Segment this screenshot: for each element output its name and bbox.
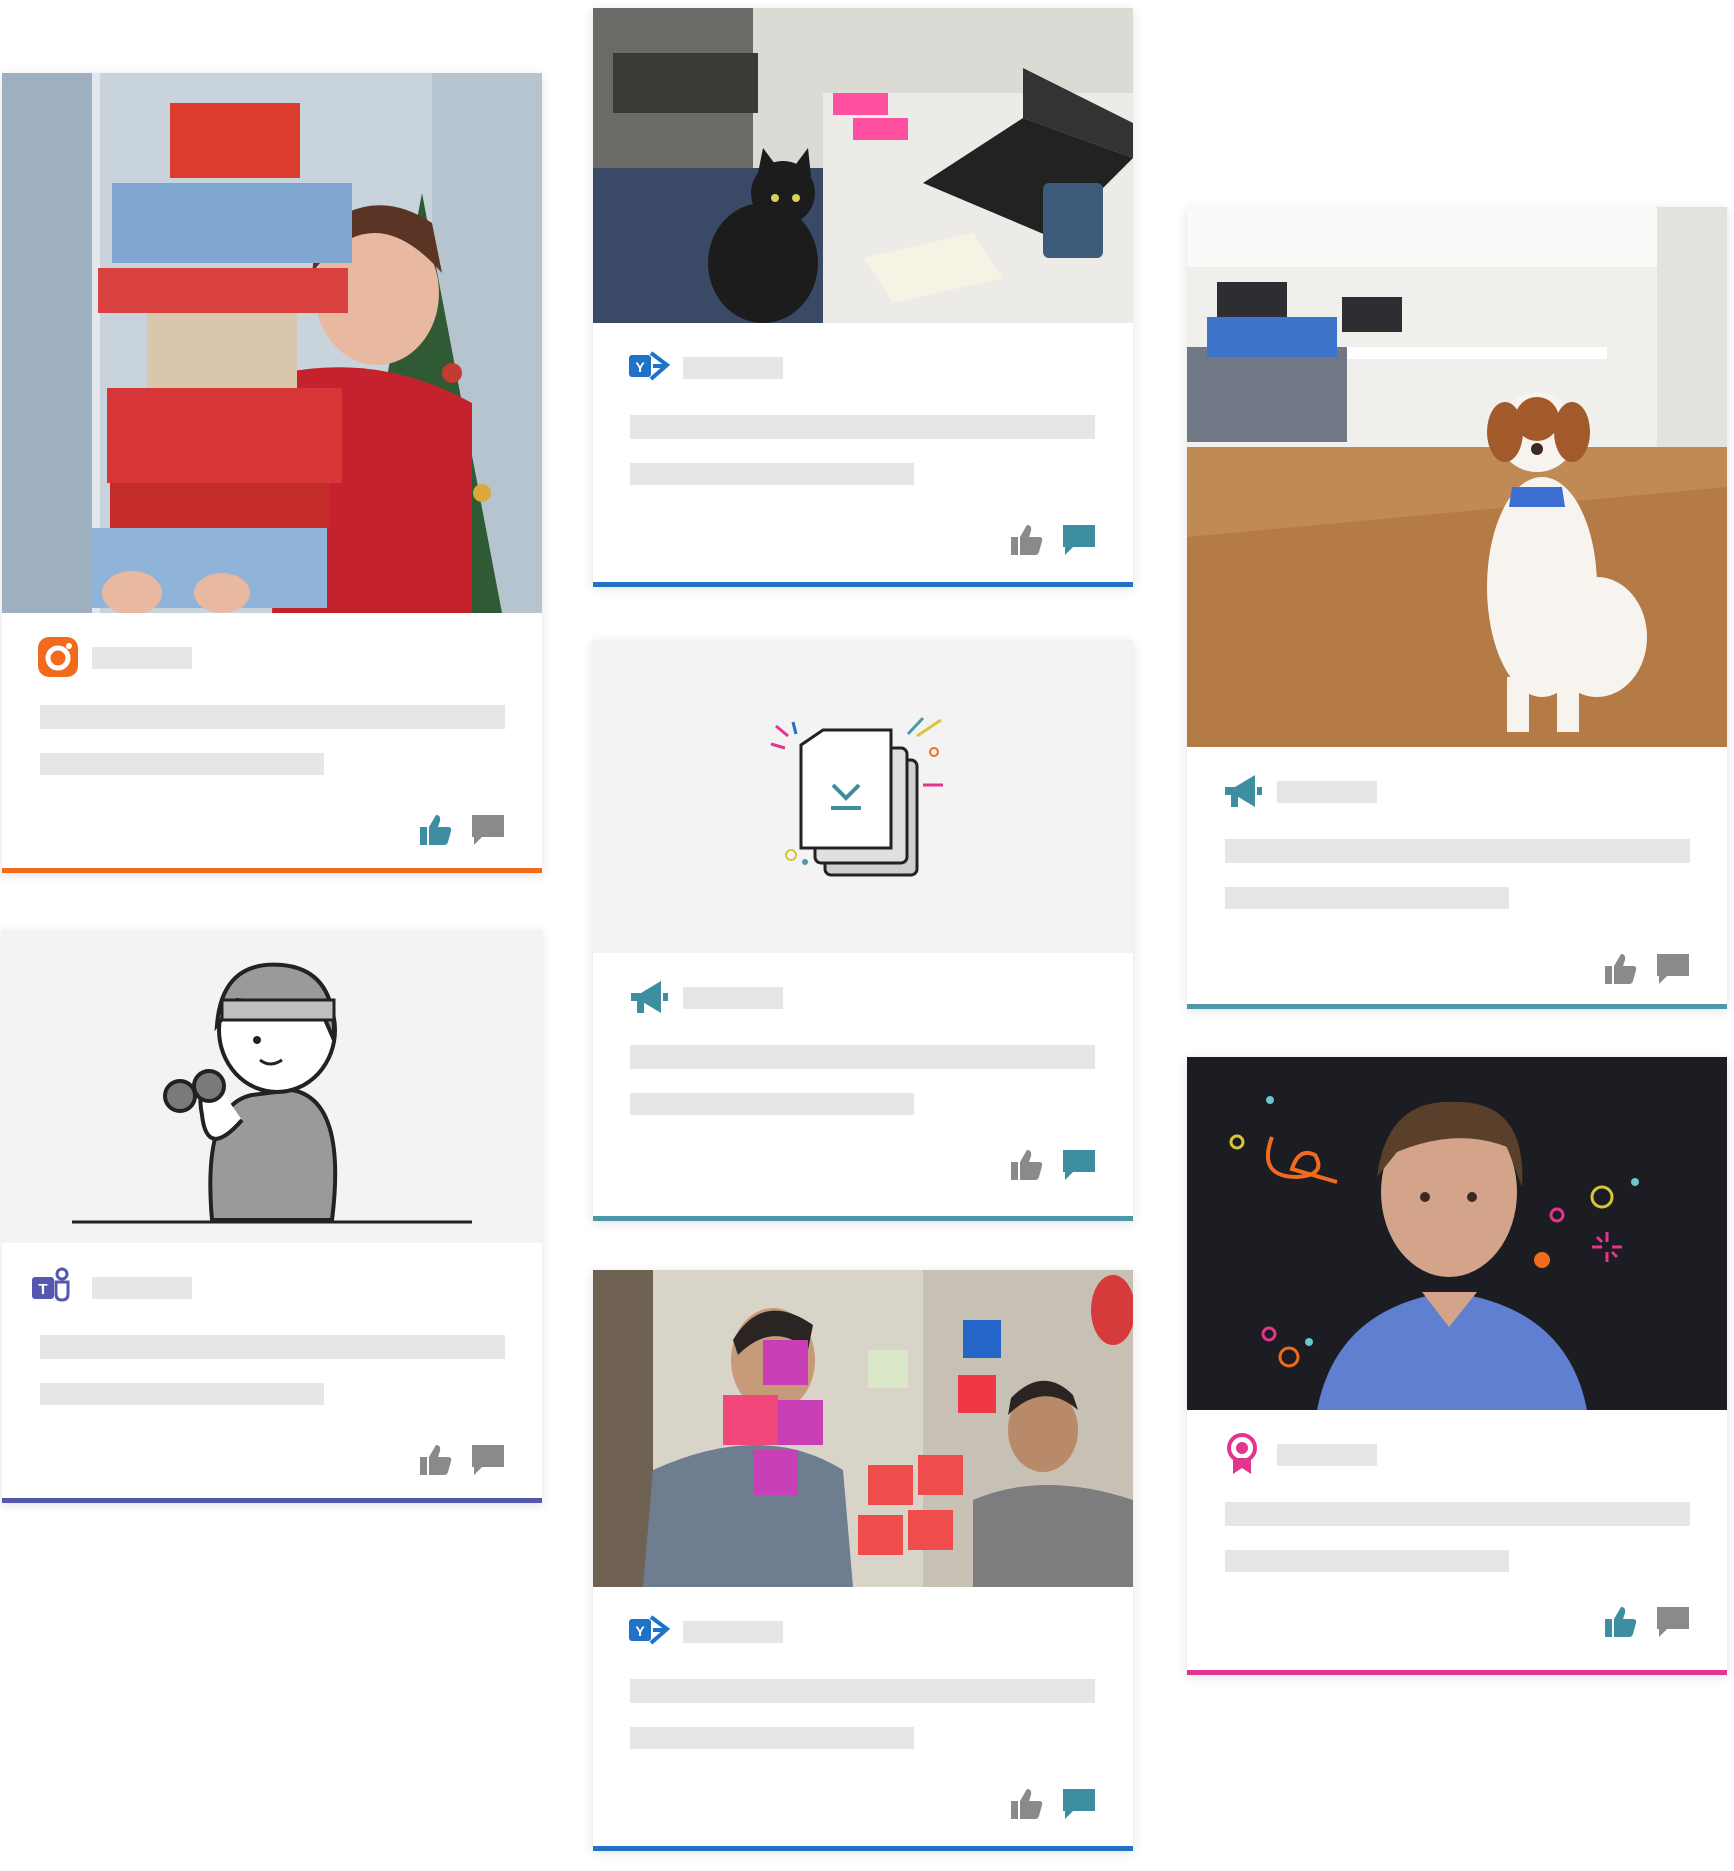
post-text-placeholder xyxy=(1225,839,1690,863)
instagram-icon xyxy=(36,635,80,679)
svg-text:Y: Y xyxy=(635,359,645,375)
post-actions xyxy=(418,1443,506,1477)
post-title-placeholder xyxy=(683,1621,783,1643)
post-text-placeholder xyxy=(1225,1550,1509,1572)
post-text-placeholder xyxy=(630,1679,1095,1703)
post-actions xyxy=(1603,952,1691,986)
post-actions xyxy=(1009,1787,1097,1821)
card-accent-bar xyxy=(1187,1004,1727,1009)
post-text-placeholder xyxy=(1225,887,1509,909)
feed-card-yammer[interactable]: Y xyxy=(593,1270,1133,1851)
post-title-placeholder xyxy=(683,987,783,1009)
feed-card-instagram[interactable] xyxy=(2,73,542,873)
thumbs-up-icon[interactable] xyxy=(418,1443,454,1477)
post-text-placeholder xyxy=(630,415,1095,439)
post-body xyxy=(593,953,1133,1221)
card-accent-bar xyxy=(593,1216,1133,1221)
post-body: T xyxy=(2,1243,542,1503)
award-ribbon-icon xyxy=(1222,1432,1266,1476)
post-illustration[interactable] xyxy=(2,930,542,1243)
card-accent-bar xyxy=(593,582,1133,587)
post-body xyxy=(1187,747,1727,1009)
teams-icon: T xyxy=(30,1265,74,1309)
svg-text:T: T xyxy=(38,1281,47,1298)
post-text-placeholder xyxy=(630,1045,1095,1069)
post-text-placeholder xyxy=(630,1093,914,1115)
comment-icon[interactable] xyxy=(1655,1605,1691,1639)
post-illustration[interactable] xyxy=(593,640,1133,953)
card-accent-bar xyxy=(2,1498,542,1503)
post-text-placeholder xyxy=(1225,1502,1690,1526)
post-image[interactable] xyxy=(1187,207,1727,747)
post-text-placeholder xyxy=(630,1727,914,1749)
post-title-placeholder xyxy=(683,357,783,379)
post-text-placeholder xyxy=(40,1335,505,1359)
post-actions xyxy=(1009,523,1097,557)
comment-icon[interactable] xyxy=(470,813,506,847)
thumbs-up-icon[interactable] xyxy=(1603,952,1639,986)
post-body xyxy=(2,613,542,873)
post-text-placeholder xyxy=(40,705,505,729)
svg-text:Y: Y xyxy=(635,1623,645,1639)
post-actions xyxy=(1009,1148,1097,1182)
feed-card-teams[interactable]: T xyxy=(2,930,542,1503)
feed-card-announcement[interactable] xyxy=(593,640,1133,1221)
post-title-placeholder xyxy=(1277,1444,1377,1466)
megaphone-icon xyxy=(627,975,671,1019)
post-actions xyxy=(418,813,506,847)
yammer-icon: Y xyxy=(627,1609,671,1653)
card-accent-bar xyxy=(1187,1670,1727,1675)
post-title-placeholder xyxy=(92,647,192,669)
comment-icon[interactable] xyxy=(1061,1787,1097,1821)
post-text-placeholder xyxy=(40,1383,324,1405)
thumbs-up-icon[interactable] xyxy=(1603,1605,1639,1639)
post-text-placeholder xyxy=(630,463,914,485)
thumbs-up-icon[interactable] xyxy=(1009,1148,1045,1182)
feed-card-recognition[interactable] xyxy=(1187,1057,1727,1675)
comment-icon[interactable] xyxy=(1061,1148,1097,1182)
post-image[interactable] xyxy=(1187,1057,1727,1410)
feed-card-announcement[interactable] xyxy=(1187,207,1727,1009)
thumbs-up-icon[interactable] xyxy=(418,813,454,847)
post-title-placeholder xyxy=(1277,781,1377,803)
thumbs-up-icon[interactable] xyxy=(1009,1787,1045,1821)
card-accent-bar xyxy=(593,1846,1133,1851)
comment-icon[interactable] xyxy=(470,1443,506,1477)
feed-card-yammer[interactable]: Y xyxy=(593,8,1133,587)
post-body: Y xyxy=(593,323,1133,587)
comment-icon[interactable] xyxy=(1061,523,1097,557)
post-actions xyxy=(1603,1605,1691,1639)
card-accent-bar xyxy=(2,868,542,873)
post-body: Y xyxy=(593,1587,1133,1851)
post-image[interactable] xyxy=(593,8,1133,323)
post-image[interactable] xyxy=(2,73,542,613)
post-image[interactable] xyxy=(593,1270,1133,1587)
comment-icon[interactable] xyxy=(1655,952,1691,986)
yammer-icon: Y xyxy=(627,345,671,389)
megaphone-icon xyxy=(1221,769,1265,813)
post-text-placeholder xyxy=(40,753,324,775)
post-body xyxy=(1187,1410,1727,1675)
thumbs-up-icon[interactable] xyxy=(1009,523,1045,557)
post-title-placeholder xyxy=(92,1277,192,1299)
